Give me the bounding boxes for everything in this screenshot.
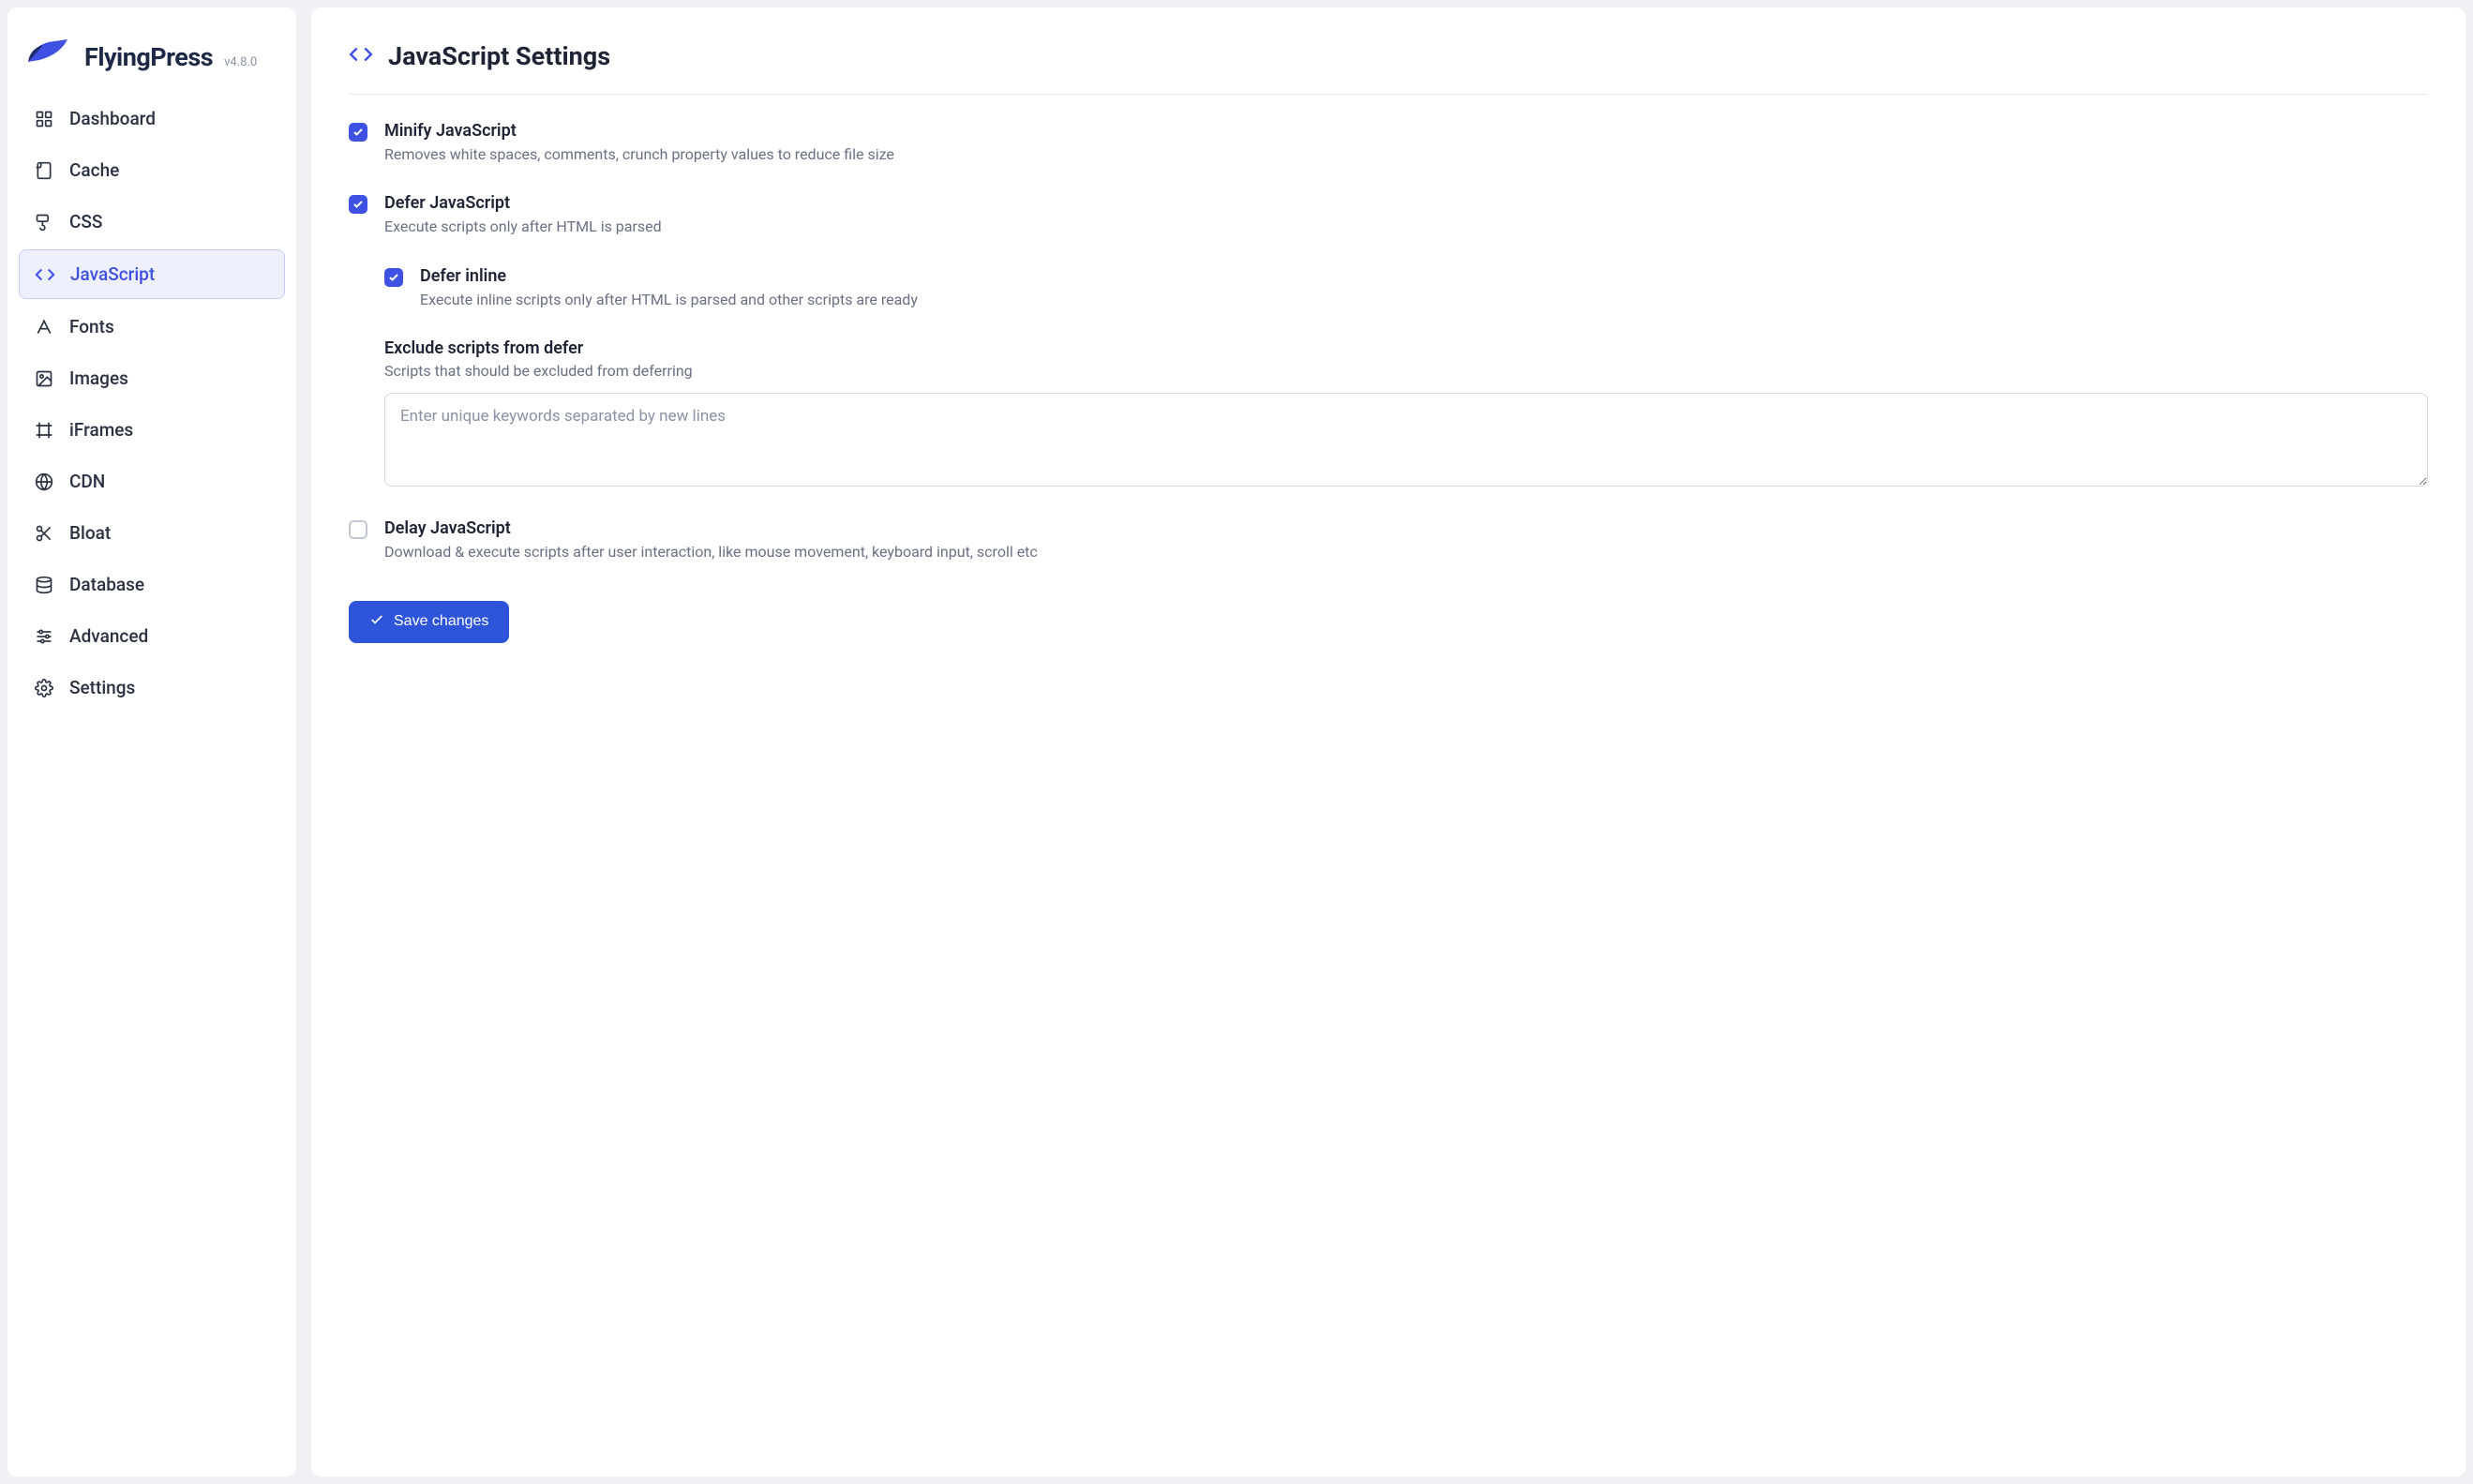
defer-inline-checkbox[interactable] [384, 268, 403, 287]
exclude-title: Exclude scripts from defer [384, 338, 2428, 358]
setting-defer: Defer JavaScript Execute scripts only af… [349, 193, 2428, 237]
sidebar-item-javascript[interactable]: JavaScript [19, 249, 285, 299]
logo-row: FlyingPress v4.8.0 [19, 30, 285, 95]
font-icon [34, 317, 54, 337]
sidebar-item-label: Settings [69, 677, 135, 698]
sidebar-item-dashboard[interactable]: Dashboard [19, 95, 285, 142]
sidebar-item-iframes[interactable]: iFrames [19, 406, 285, 454]
exclude-desc: Scripts that should be excluded from def… [384, 362, 2428, 380]
exclude-defer-block: Exclude scripts from defer Scripts that … [384, 338, 2428, 490]
paintbrush-icon [34, 212, 54, 232]
sidebar-item-label: Database [69, 574, 144, 595]
settings-list: Minify JavaScript Removes white spaces, … [349, 121, 2428, 643]
code-icon [35, 264, 55, 285]
globe-icon [34, 472, 54, 492]
database-icon [34, 575, 54, 595]
grid-icon [34, 109, 54, 129]
page-title: JavaScript Settings [388, 41, 610, 71]
sidebar-item-label: Cache [69, 159, 119, 181]
sidebar-item-label: Fonts [69, 316, 114, 337]
check-icon [369, 612, 384, 632]
sidebar-item-cdn[interactable]: CDN [19, 457, 285, 505]
sidebar-item-cache[interactable]: Cache [19, 146, 285, 194]
frame-icon [34, 420, 54, 441]
sidebar-item-label: CDN [69, 471, 105, 492]
sidebar-item-images[interactable]: Images [19, 354, 285, 402]
exclude-defer-textarea[interactable] [384, 393, 2428, 487]
sidebar-item-css[interactable]: CSS [19, 198, 285, 246]
delay-checkbox[interactable] [349, 520, 367, 539]
setting-title: Defer inline [420, 266, 2428, 286]
sidebar-item-database[interactable]: Database [19, 561, 285, 608]
page-header: JavaScript Settings [349, 41, 2428, 95]
sidebar-item-label: Advanced [69, 625, 148, 647]
setting-delay: Delay JavaScript Download & execute scri… [349, 518, 2428, 562]
setting-minify: Minify JavaScript Removes white spaces, … [349, 121, 2428, 165]
sidebar-item-bloat[interactable]: Bloat [19, 509, 285, 557]
setting-title: Delay JavaScript [384, 518, 2428, 538]
setting-defer-inline: Defer inline Execute inline scripts only… [384, 266, 2428, 310]
sidebar-item-fonts[interactable]: Fonts [19, 303, 285, 351]
main-panel: JavaScript Settings Minify JavaScript Re… [311, 7, 2466, 1477]
file-icon [34, 160, 54, 181]
sidebar-item-advanced[interactable]: Advanced [19, 612, 285, 660]
setting-desc: Download & execute scripts after user in… [384, 542, 2428, 562]
save-button-label: Save changes [394, 613, 488, 630]
app-name: FlyingPress [84, 42, 213, 72]
defer-sub-settings: Defer inline Execute inline scripts only… [384, 266, 2428, 310]
minify-checkbox[interactable] [349, 123, 367, 142]
sidebar-item-label: Images [69, 367, 128, 389]
app-version: v4.8.0 [224, 55, 257, 69]
setting-title: Minify JavaScript [384, 121, 2428, 141]
sidebar-item-label: iFrames [69, 419, 133, 441]
setting-title: Defer JavaScript [384, 193, 2428, 213]
gear-icon [34, 678, 54, 698]
setting-desc: Execute scripts only after HTML is parse… [384, 217, 2428, 237]
scissors-icon [34, 523, 54, 544]
logo-icon [26, 37, 73, 66]
sidebar-item-label: Bloat [69, 522, 111, 544]
setting-desc: Removes white spaces, comments, crunch p… [384, 144, 2428, 165]
setting-desc: Execute inline scripts only after HTML i… [420, 290, 2428, 310]
sidebar: FlyingPress v4.8.0 Dashboard Cache CSS [7, 7, 296, 1477]
defer-checkbox[interactable] [349, 195, 367, 214]
save-button[interactable]: Save changes [349, 601, 509, 643]
sidebar-item-label: Dashboard [69, 108, 156, 129]
code-icon [349, 42, 373, 70]
image-icon [34, 368, 54, 389]
sidebar-item-settings[interactable]: Settings [19, 664, 285, 712]
sliders-icon [34, 626, 54, 647]
sidebar-item-label: CSS [69, 211, 102, 232]
sidebar-nav: Dashboard Cache CSS JavaScript Fonts [19, 95, 285, 712]
sidebar-item-label: JavaScript [70, 263, 155, 285]
